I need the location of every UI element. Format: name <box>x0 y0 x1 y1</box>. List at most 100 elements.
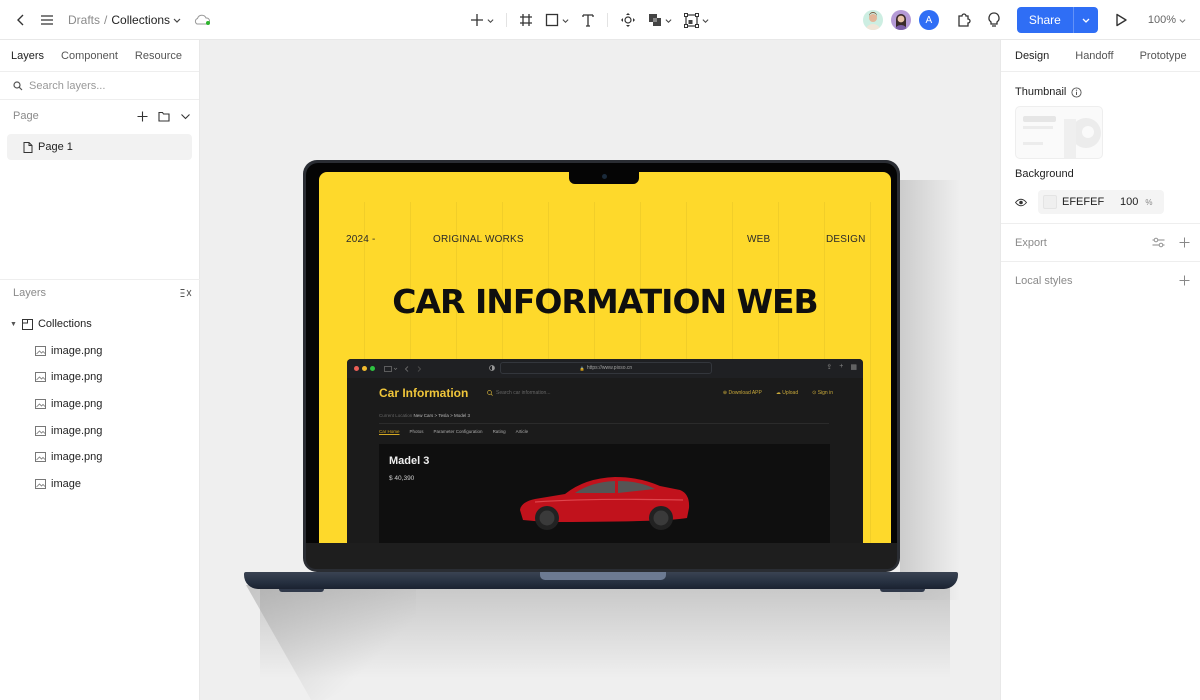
caret-down-icon[interactable]: ▼ <box>10 321 17 328</box>
text-tool-button[interactable] <box>577 6 599 34</box>
site-location-path: New Cars > Tesla > Model 3 <box>413 413 470 418</box>
tab-design[interactable]: Design <box>1015 50 1049 62</box>
layer-item[interactable]: image.png <box>0 444 200 471</box>
mask-tool-button[interactable] <box>680 6 713 34</box>
lightbulb-icon <box>988 12 1000 27</box>
chevron-down-icon <box>702 18 709 23</box>
site-search-placeholder: Search car information... <box>496 390 551 396</box>
site-breadcrumb: Current Location New Cars > Tesla > Mode… <box>379 413 470 418</box>
chevron-down-icon[interactable] <box>173 16 181 24</box>
sidebar-toggle-icon <box>384 365 398 372</box>
boolean-union-icon <box>649 14 661 26</box>
inspiration-button[interactable] <box>981 7 1007 33</box>
add-style-icon[interactable] <box>1179 275 1190 286</box>
add-page-icon[interactable] <box>137 111 148 122</box>
info-icon[interactable] <box>1071 86 1082 98</box>
component-tool-button[interactable] <box>616 6 640 34</box>
chevron-down-icon[interactable] <box>180 111 191 122</box>
camera-icon <box>601 174 607 179</box>
tab-prototype[interactable]: Prototype <box>1140 50 1187 62</box>
puzzle-piece-icon <box>958 13 971 27</box>
tab-resource[interactable]: Resource <box>135 50 182 62</box>
collaborator-avatar[interactable] <box>862 10 883 30</box>
local-styles-label: Local styles <box>1015 274 1073 287</box>
site-action-label: Sign in <box>817 390 833 396</box>
layers-section-header: Layers <box>0 281 200 305</box>
mockup-browser-window: 🔒 https://www.pixso.cn ⇪ + ▦ Car Informa… <box>347 359 863 547</box>
thumbnail-preview[interactable] <box>1015 106 1103 159</box>
nav-forward-icon <box>417 365 422 372</box>
person-avatar-icon <box>865 12 880 30</box>
page-section-label: Page <box>13 110 39 122</box>
layer-name: image.png <box>51 424 103 437</box>
breadcrumb-drafts[interactable]: Drafts <box>68 13 100 27</box>
site-search: Search car information... <box>487 390 550 396</box>
person-avatar-icon <box>894 14 907 30</box>
layer-item[interactable]: image <box>0 471 200 498</box>
folder-icon[interactable] <box>158 111 170 122</box>
tab-component[interactable]: Component <box>61 50 118 62</box>
mockup-screen[interactable]: 2024 - ORIGINAL WORKS WEB DESIGN CAR INF… <box>319 172 891 547</box>
browser-actions: ⇪ + ▦ <box>826 363 857 371</box>
site-action-upload: ☁ Upload <box>776 390 798 396</box>
background-hex-value[interactable]: EFEFEF <box>1062 196 1120 208</box>
background-opacity-value[interactable]: 100 <box>1120 196 1138 208</box>
breadcrumb-current-file[interactable]: Collections <box>111 13 170 27</box>
component-move-icon <box>621 13 635 27</box>
car-model-name: Madel 3 <box>389 455 430 467</box>
thumbnail-placeholder-icon <box>1023 116 1101 158</box>
present-button[interactable] <box>1108 7 1134 33</box>
eye-visibility-icon[interactable] <box>1015 198 1027 207</box>
collaborator-avatar-initial[interactable]: A <box>918 10 939 30</box>
collapse-all-icon[interactable] <box>180 288 192 298</box>
layer-item[interactable]: image.png <box>0 417 200 444</box>
car-price: $ 40,390 <box>389 475 415 482</box>
page-icon <box>23 141 33 153</box>
search-icon <box>13 80 23 90</box>
collaborator-avatar[interactable] <box>890 10 911 30</box>
boolean-tool-button[interactable] <box>644 6 676 34</box>
rectangle-tool-button[interactable] <box>541 6 573 34</box>
export-label: Export <box>1015 236 1047 249</box>
image-layer-icon <box>35 478 46 489</box>
mockup-nav-original-works: ORIGINAL WORKS <box>433 234 524 245</box>
laptop-lid: 2024 - ORIGINAL WORKS WEB DESIGN CAR INF… <box>303 160 900 572</box>
layer-item[interactable]: image.png <box>0 364 200 391</box>
site-action-download: ⊕ Download APP <box>723 390 762 396</box>
background-color-field[interactable]: EFEFEF 100 % <box>1038 190 1164 214</box>
layer-item[interactable]: image.png <box>0 338 200 365</box>
chevron-down-icon <box>665 18 672 23</box>
add-tool-button[interactable] <box>466 6 498 34</box>
cloud-sync-icon[interactable] <box>193 14 211 26</box>
car-hero-card: Madel 3 $ 40,390 <box>379 444 830 547</box>
right-panel-tabs: Design Handoff Prototype <box>1001 40 1200 72</box>
add-export-icon[interactable] <box>1179 237 1190 248</box>
plugins-button[interactable] <box>951 7 977 33</box>
laptop-base <box>244 572 958 592</box>
layer-item[interactable]: image.png <box>0 391 200 418</box>
layer-name: Collections <box>37 318 92 331</box>
layer-name: image.png <box>51 398 103 411</box>
zoom-dropdown[interactable]: 100% <box>1148 14 1186 26</box>
search-input[interactable]: Search layers... <box>29 80 105 92</box>
export-settings-icon[interactable] <box>1152 237 1165 248</box>
site-action-label: Upload <box>782 390 799 396</box>
background-color-swatch[interactable] <box>1043 195 1057 209</box>
site-action-label: Download APP <box>728 390 762 396</box>
design-canvas[interactable]: 2024 - ORIGINAL WORKS WEB DESIGN CAR INF… <box>200 40 1000 700</box>
share-dropdown-button[interactable] <box>1074 7 1098 33</box>
layer-search[interactable]: Search layers... <box>0 72 199 100</box>
back-button[interactable] <box>8 7 34 33</box>
main-menu-button[interactable] <box>34 7 60 33</box>
laptop-foot <box>279 589 324 592</box>
tab-handoff[interactable]: Handoff <box>1075 50 1113 62</box>
laptop-foot <box>880 589 925 592</box>
tab-layers[interactable]: Layers <box>11 50 44 62</box>
browser-page: Car Information Search car information..… <box>347 378 863 547</box>
share-button[interactable]: Share <box>1017 7 1074 33</box>
page-list-item[interactable]: Page 1 <box>7 134 192 160</box>
site-actions: ⊕ Download APP ☁ Upload ⊙ Sign in <box>723 390 833 396</box>
frame-tool-button[interactable] <box>515 6 537 34</box>
layer-item-collections[interactable]: ▼ Collections <box>0 311 200 338</box>
breadcrumb-separator: / <box>104 13 108 27</box>
